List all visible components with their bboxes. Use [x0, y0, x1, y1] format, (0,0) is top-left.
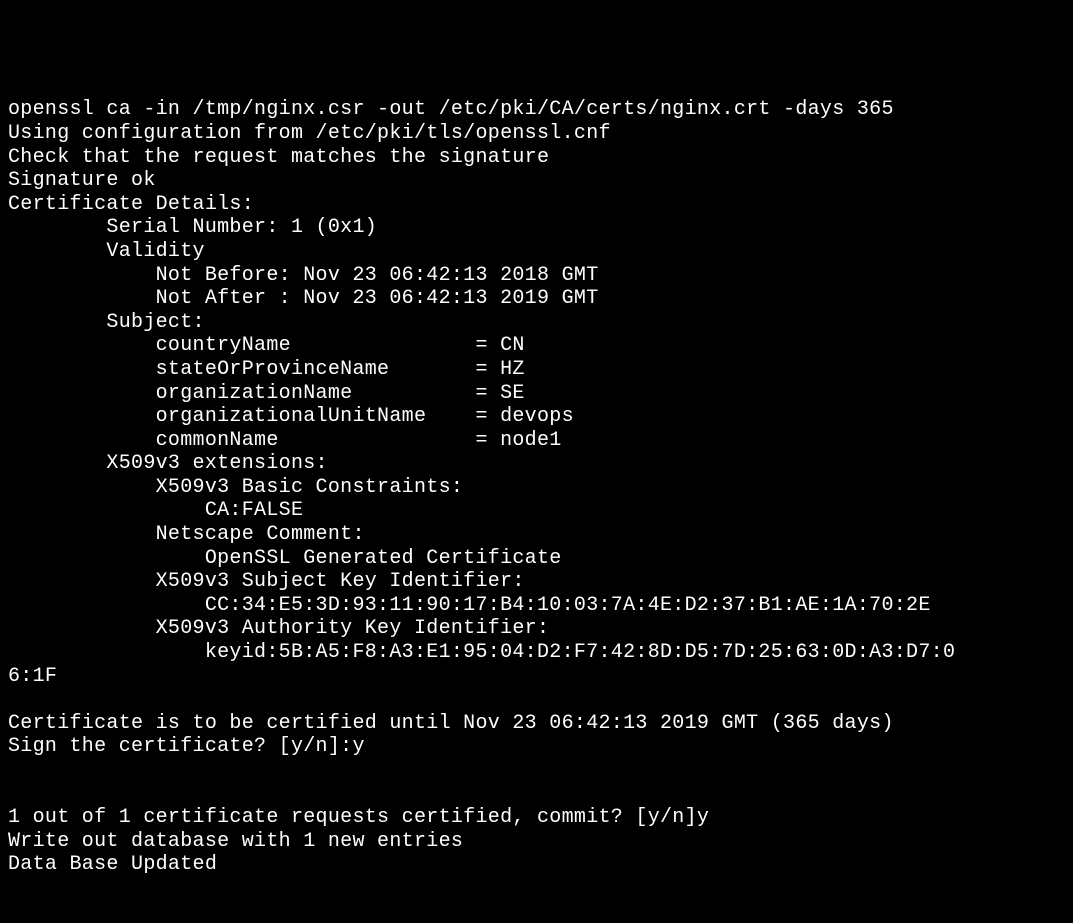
terminal-line: Certificate is to be certified until Nov… — [8, 712, 1073, 736]
terminal-line: 6:1F — [8, 665, 1073, 689]
terminal-line: X509v3 Subject Key Identifier: — [8, 570, 1073, 594]
terminal-line: commonName = node1 — [8, 429, 1073, 453]
terminal-line: Using configuration from /etc/pki/tls/op… — [8, 122, 1073, 146]
terminal-line: stateOrProvinceName = HZ — [8, 358, 1073, 382]
terminal-line: organizationName = SE — [8, 382, 1073, 406]
terminal-line — [8, 783, 1073, 807]
terminal-line: keyid:5B:A5:F8:A3:E1:95:04:D2:F7:42:8D:D… — [8, 641, 1073, 665]
terminal-line: openssl ca -in /tmp/nginx.csr -out /etc/… — [8, 98, 1073, 122]
terminal-line: Certificate Details: — [8, 193, 1073, 217]
terminal-output[interactable]: openssl ca -in /tmp/nginx.csr -out /etc/… — [8, 98, 1073, 801]
terminal-line: X509v3 Authority Key Identifier: — [8, 617, 1073, 641]
terminal-line — [8, 688, 1073, 712]
terminal-line: Sign the certificate? [y/n]:y — [8, 735, 1073, 759]
terminal-line: Not After : Nov 23 06:42:13 2019 GMT — [8, 287, 1073, 311]
terminal-line: CA:FALSE — [8, 499, 1073, 523]
terminal-line: Validity — [8, 240, 1073, 264]
terminal-line: Write out database with 1 new entries — [8, 830, 1073, 854]
terminal-line: OpenSSL Generated Certificate — [8, 547, 1073, 571]
terminal-line: 1 out of 1 certificate requests certifie… — [8, 806, 1073, 830]
terminal-line: Netscape Comment: — [8, 523, 1073, 547]
terminal-line: X509v3 extensions: — [8, 452, 1073, 476]
terminal-line: CC:34:E5:3D:93:11:90:17:B4:10:03:7A:4E:D… — [8, 594, 1073, 618]
terminal-line: countryName = CN — [8, 334, 1073, 358]
terminal-line: X509v3 Basic Constraints: — [8, 476, 1073, 500]
terminal-line: Subject: — [8, 311, 1073, 335]
terminal-line — [8, 759, 1073, 783]
terminal-line: organizationalUnitName = devops — [8, 405, 1073, 429]
terminal-line: Data Base Updated — [8, 853, 1073, 877]
terminal-line: Not Before: Nov 23 06:42:13 2018 GMT — [8, 264, 1073, 288]
terminal-line: Check that the request matches the signa… — [8, 146, 1073, 170]
terminal-line: Signature ok — [8, 169, 1073, 193]
terminal-line: Serial Number: 1 (0x1) — [8, 216, 1073, 240]
